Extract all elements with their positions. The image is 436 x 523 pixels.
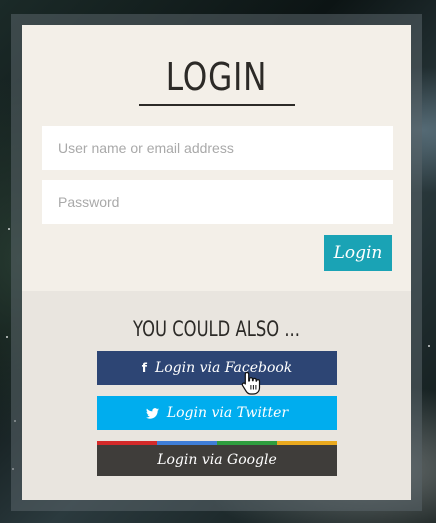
- star: [428, 345, 430, 347]
- google-color-stripe: [97, 441, 337, 445]
- social-heading: YOU COULD ALSO ...: [133, 317, 300, 341]
- login-button[interactable]: Login: [324, 235, 392, 271]
- facebook-icon: f: [141, 361, 147, 375]
- twitter-login-label: Login via Twitter: [166, 405, 289, 421]
- title-underline: [139, 104, 295, 106]
- login-title: LOGIN: [165, 55, 268, 99]
- hand-cursor-icon: [241, 371, 261, 395]
- google-login-label: Login via Google: [157, 452, 277, 468]
- twitter-icon: [145, 407, 159, 419]
- facebook-login-button[interactable]: f Login via Facebook: [97, 351, 337, 385]
- star: [6, 336, 8, 338]
- login-panel: LOGIN Login YOU COULD ALSO ... f Login vi…: [22, 25, 411, 500]
- google-login-button[interactable]: Login via Google: [97, 441, 337, 476]
- username-input[interactable]: [42, 126, 393, 170]
- password-input[interactable]: [42, 180, 393, 224]
- twitter-login-button[interactable]: Login via Twitter: [97, 396, 337, 430]
- facebook-login-label: Login via Facebook: [154, 360, 293, 376]
- star: [8, 228, 10, 230]
